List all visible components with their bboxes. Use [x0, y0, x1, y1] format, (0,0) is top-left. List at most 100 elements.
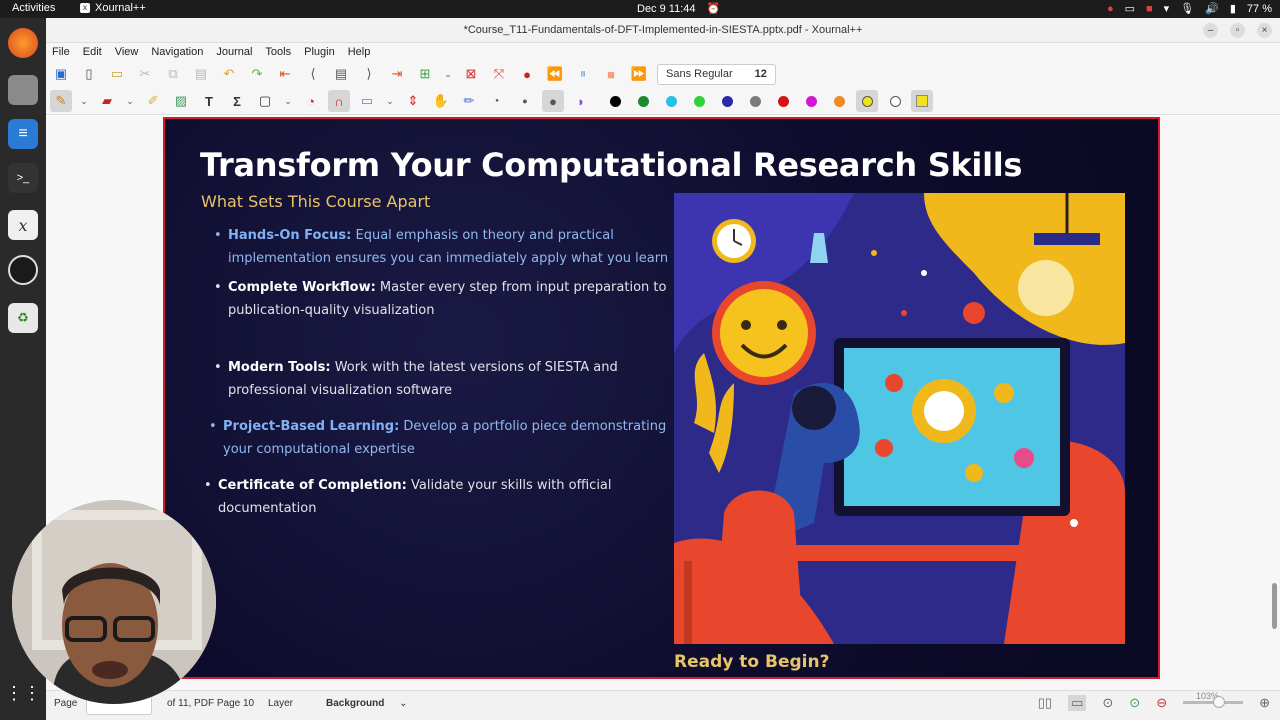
hand-icon[interactable]: ✋	[430, 90, 452, 112]
xournal-dock-icon[interactable]: x	[8, 210, 38, 240]
color-swatch-3[interactable]	[688, 90, 710, 112]
latex-icon[interactable]: Σ	[226, 90, 248, 112]
highlighter-icon[interactable]: ✐	[142, 90, 164, 112]
menu-plugin[interactable]: Plugin	[304, 46, 335, 58]
pen-icon[interactable]: ✎	[50, 90, 72, 112]
layer-select[interactable]: Background ⌄	[326, 698, 408, 709]
add-page-icon[interactable]: ⊞	[414, 63, 436, 85]
color-swatch-dot	[861, 95, 873, 107]
zoom-slider[interactable]	[1183, 695, 1244, 708]
text-tool-icon[interactable]: T	[198, 90, 220, 112]
color-swatch-0[interactable]	[604, 90, 626, 112]
libreoffice-writer-icon[interactable]: ≡	[8, 119, 38, 149]
menu-help[interactable]: Help	[348, 46, 371, 58]
paste-icon[interactable]: ▤	[190, 63, 212, 85]
menu-view[interactable]: View	[115, 46, 139, 58]
chevron-down-icon[interactable]: ⌄	[124, 90, 136, 112]
fullscreen-icon[interactable]: ⤧	[488, 63, 510, 85]
menu-file[interactable]: File	[52, 46, 70, 58]
color-swatch-7[interactable]	[800, 90, 822, 112]
seek-forward-icon[interactable]: ⏩	[628, 63, 650, 85]
eraser-icon[interactable]: ▰	[96, 90, 118, 112]
delete-page-icon[interactable]: ⊠	[460, 63, 482, 85]
last-page-icon[interactable]: ⇥	[386, 63, 408, 85]
first-page-icon[interactable]: ⇤	[274, 63, 296, 85]
color-swatch-dot	[665, 95, 677, 107]
clock[interactable]: Dec 9 11:44 ⏰	[637, 2, 720, 15]
menu-journal[interactable]: Journal	[216, 46, 252, 58]
undo-icon[interactable]: ↶	[218, 63, 240, 85]
pdf-slide[interactable]: Transform Your Computational Research Sk…	[163, 117, 1160, 679]
new-document-icon[interactable]: ▯	[78, 63, 100, 85]
maximize-icon[interactable]: ▫	[1230, 23, 1245, 38]
wifi-icon: ▾	[1163, 3, 1170, 15]
open-folder-icon[interactable]: ▭	[106, 63, 128, 85]
close-icon[interactable]: ×	[1257, 23, 1272, 38]
shape-recognizer-icon[interactable]: ◔	[300, 90, 322, 112]
color-swatch-10[interactable]	[884, 90, 906, 112]
thick-stroke-icon[interactable]: ●	[542, 90, 564, 112]
font-name: Sans Regular	[666, 68, 733, 80]
menu-navigation[interactable]: Navigation	[151, 46, 203, 58]
status-bar: Page of 11, PDF Page 10 Layer Background…	[46, 690, 1280, 720]
vertical-scrollbar[interactable]	[1272, 583, 1277, 629]
obs-icon[interactable]	[8, 255, 38, 285]
color-swatch-2[interactable]	[660, 90, 682, 112]
default-tool-icon[interactable]: ✏	[458, 90, 480, 112]
show-apps-icon[interactable]: ⋮⋮	[5, 678, 41, 708]
snap-magnet-icon[interactable]: ∩	[328, 90, 350, 112]
pause-icon[interactable]: ⏸	[572, 63, 594, 85]
chevron-down-icon[interactable]: ⌄	[442, 63, 454, 85]
color-swatch-8[interactable]	[828, 90, 850, 112]
color-swatch-4[interactable]	[716, 90, 738, 112]
color-swatch-5[interactable]	[744, 90, 766, 112]
bullet-key: Modern Tools:	[228, 360, 331, 375]
medium-stroke-icon[interactable]: ●	[514, 90, 536, 112]
researcher-illustration	[674, 193, 1125, 644]
chevron-down-icon[interactable]: ⌄	[384, 90, 396, 112]
cut-icon[interactable]: ✂	[134, 63, 156, 85]
two-page-view-icon[interactable]: ▯▯	[1038, 695, 1052, 711]
color-swatch-1[interactable]	[632, 90, 654, 112]
next-page-icon[interactable]: ⟩	[358, 63, 380, 85]
illustration-svg	[674, 193, 1125, 644]
goto-page-icon[interactable]: ▤	[330, 63, 352, 85]
chevron-down-icon[interactable]: ⌄	[282, 90, 294, 112]
menu-edit[interactable]: Edit	[83, 46, 102, 58]
files-icon[interactable]	[8, 75, 38, 105]
chevron-down-icon[interactable]: ⌄	[78, 90, 90, 112]
fill-icon[interactable]: ◗	[570, 90, 592, 112]
font-selector[interactable]: Sans Regular 12	[657, 63, 776, 85]
select-color-icon[interactable]	[911, 90, 933, 112]
color-swatch-dot	[777, 95, 789, 107]
seek-back-icon[interactable]: ⏪	[544, 63, 566, 85]
redo-icon[interactable]: ↷	[246, 63, 268, 85]
system-tray[interactable]: ● ▭ ■ ▾ 🎙 🔊 ▮ 77 %	[1107, 2, 1272, 16]
minimize-icon[interactable]: –	[1203, 23, 1218, 38]
bullet-text: Master every step from input preparation…	[375, 280, 667, 295]
zoom-in-icon[interactable]: ⊕	[1259, 695, 1270, 711]
color-swatch-dot	[637, 95, 649, 107]
active-app-menu[interactable]: x Xournal++	[80, 2, 146, 14]
stop-icon[interactable]: ■	[600, 63, 622, 85]
color-swatch-9[interactable]	[856, 90, 878, 112]
save-icon[interactable]: ▣	[50, 63, 72, 85]
zoom-100-icon[interactable]: ⊙	[1129, 695, 1140, 711]
select-rectangle-icon[interactable]: ▭	[356, 90, 378, 112]
previous-page-icon[interactable]: ⟨	[302, 63, 324, 85]
vertical-space-icon[interactable]: ⇕	[402, 90, 424, 112]
presentation-mode-icon[interactable]: ▭	[1068, 695, 1087, 711]
trash-icon[interactable]: ♻	[8, 303, 38, 333]
firefox-icon[interactable]	[8, 28, 38, 58]
thin-stroke-icon[interactable]: ●	[486, 90, 508, 112]
image-icon[interactable]: ▨	[170, 90, 192, 112]
terminal-icon[interactable]: >_	[8, 163, 38, 193]
menu-tools[interactable]: Tools	[265, 46, 291, 58]
record-audio-icon[interactable]: ●	[516, 63, 538, 85]
copy-icon[interactable]: ⧉	[162, 63, 184, 85]
shape-icon[interactable]: ▢	[254, 90, 276, 112]
zoom-out-icon[interactable]: ⊖	[1156, 695, 1167, 711]
activities-button[interactable]: Activities	[12, 2, 55, 14]
zoom-fit-icon[interactable]: ⊙	[1102, 695, 1113, 711]
color-swatch-6[interactable]	[772, 90, 794, 112]
